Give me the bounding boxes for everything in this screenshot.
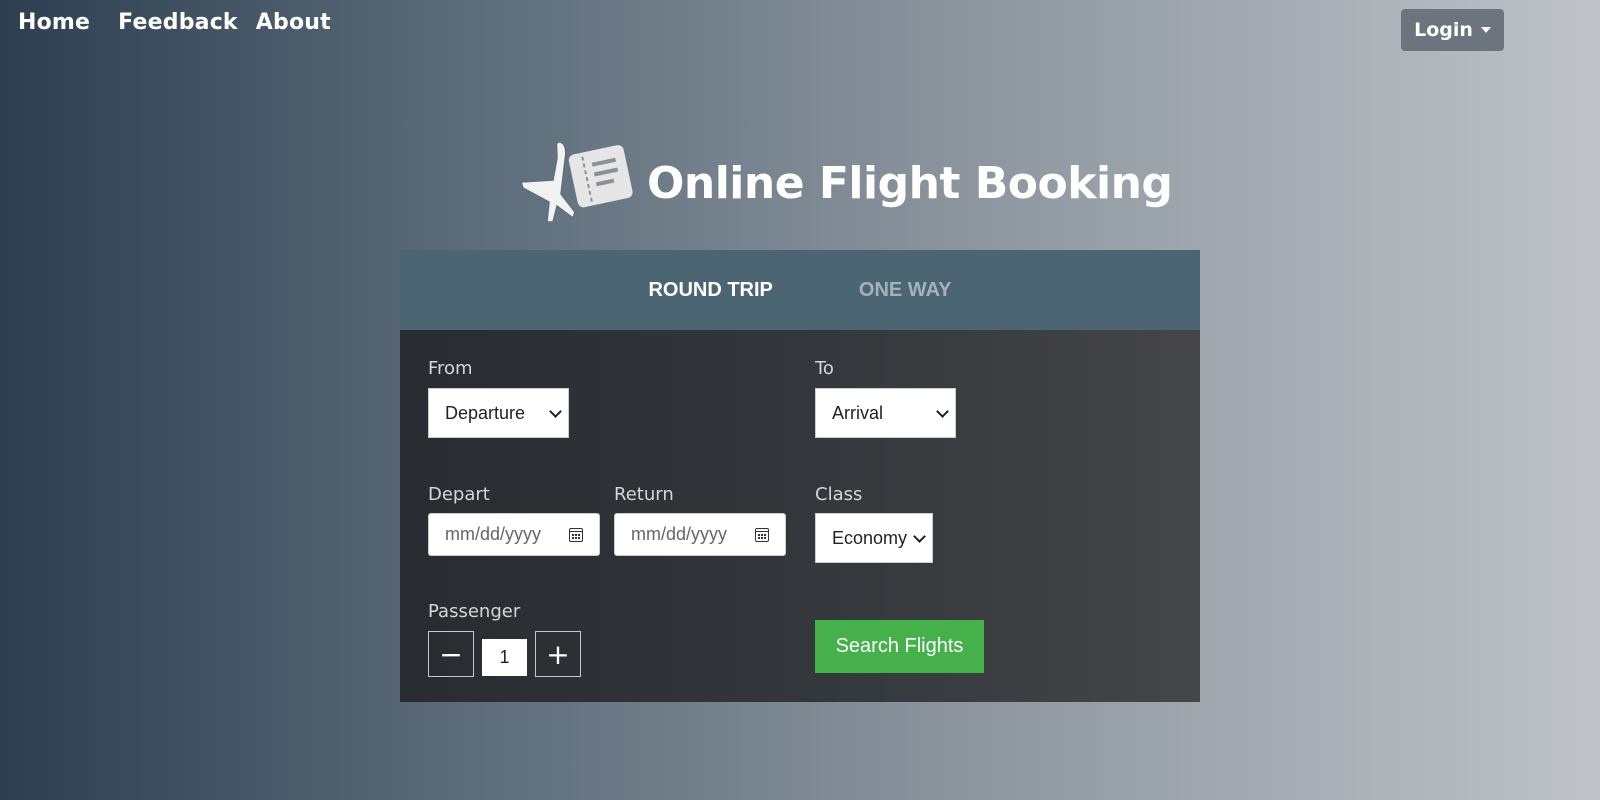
passenger-quantity-field[interactable]: 1 [482,639,527,676]
login-dropdown-button[interactable]: Login [1401,9,1504,51]
plus-icon: + [546,637,570,671]
chevron-down-icon [936,404,949,418]
return-date-input[interactable]: mm/dd/yyyy [614,513,786,556]
passenger-label: Passenger [428,601,521,622]
page-title: Online Flight Booking [647,157,1173,209]
search-flights-button[interactable]: Search Flights [815,620,984,673]
chevron-down-icon [913,529,926,543]
class-label: Class [815,484,863,505]
nav-home-link[interactable]: Home [18,10,90,35]
passenger-quantity-value: 1 [499,647,510,667]
minus-icon: − [439,637,463,671]
depart-date-placeholder: mm/dd/yyyy [445,524,542,544]
passenger-increment-button[interactable]: + [535,631,581,677]
top-nav: Home Feedback About [18,10,331,35]
booking-form: From Departure To Arrival Depart mm/dd/y… [400,330,1200,702]
ticket-shape [568,145,633,208]
booking-card: ROUND TRIP ONE WAY From Departure To Arr… [400,250,1200,702]
class-select-value: Economy [832,527,908,548]
to-select[interactable]: Arrival [815,388,956,438]
to-select-value: Arrival [832,402,884,423]
from-select[interactable]: Departure [428,388,569,438]
depart-label: Depart [428,484,490,505]
nav-feedback-link[interactable]: Feedback [118,10,238,35]
calendar-icon[interactable] [755,527,769,542]
airplane-ticket-icon [515,138,635,228]
return-label: Return [614,484,674,505]
chevron-down-icon [549,404,562,418]
trip-type-tabs: ROUND TRIP ONE WAY [400,250,1200,330]
search-flights-label: Search Flights [835,635,964,657]
calendar-icon[interactable] [569,527,583,542]
passenger-decrement-button[interactable]: − [428,631,474,677]
tab-one-way[interactable]: ONE WAY [859,279,952,302]
return-date-placeholder: mm/dd/yyyy [631,524,728,544]
from-label: From [428,358,473,379]
nav-about-link[interactable]: About [256,10,331,35]
class-select[interactable]: Economy [815,513,933,563]
depart-date-input[interactable]: mm/dd/yyyy [428,513,600,556]
login-label: Login [1414,19,1473,41]
from-select-value: Departure [445,402,526,423]
caret-down-icon [1480,27,1491,33]
tab-round-trip[interactable]: ROUND TRIP [648,279,772,302]
brand-header: Online Flight Booking [515,138,1173,228]
to-label: To [815,358,834,379]
